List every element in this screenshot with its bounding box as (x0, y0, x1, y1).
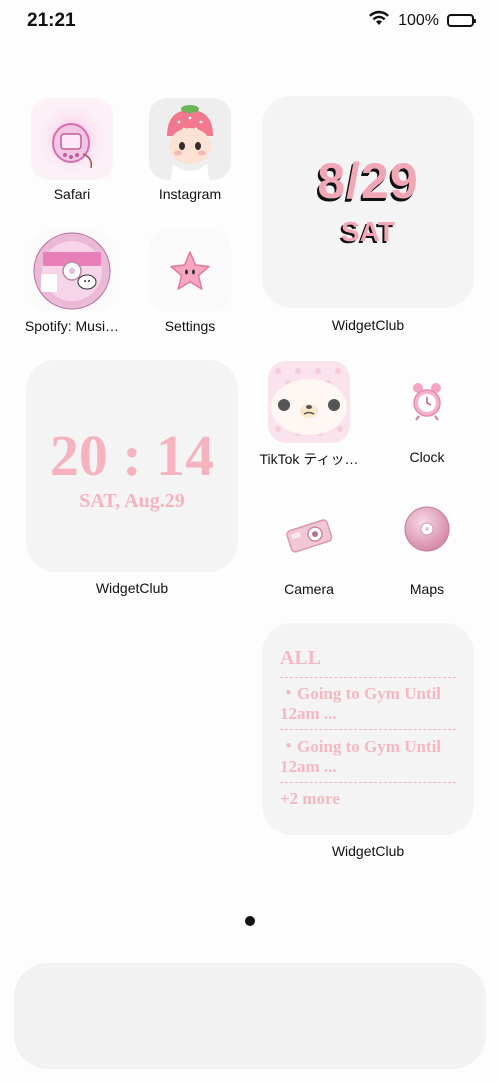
app-label: Spotify: Musi… (24, 318, 120, 334)
app-label: Settings (164, 318, 216, 334)
todo-item: ・Going to Gym Until 12am ... (280, 684, 442, 723)
widget-time: 20 : 14 (49, 423, 215, 488)
todo-widget[interactable]: ALL ・Going to Gym Until 12am ... ・Going … (262, 623, 474, 835)
status-bar: 21:21 100% (0, 0, 500, 44)
status-time: 21:21 (27, 10, 76, 31)
widget-label: WidgetClub (331, 317, 405, 333)
app-spotify[interactable]: Spotify: Musi… (12, 230, 132, 334)
todo-divider (280, 782, 456, 783)
todo-item: ・Going to Gym Until 12am ... (280, 737, 442, 776)
wifi-icon (368, 10, 390, 31)
widget-date: 8/29 (317, 153, 419, 209)
app-label: Instagram (158, 186, 222, 202)
app-instagram[interactable]: Instagram (130, 98, 250, 202)
strawberry-doll-icon (149, 98, 231, 180)
app-safari[interactable]: Safari (12, 98, 132, 202)
app-label: TikTok ティッ… (259, 451, 359, 467)
widget-label: WidgetClub (331, 843, 405, 859)
app-maps[interactable]: Maps (367, 493, 487, 597)
app-tiktok[interactable]: TikTok ティッ… (249, 361, 369, 469)
app-label: Camera (284, 581, 334, 597)
bear-face-icon (268, 361, 350, 443)
todo-more: +2 more (280, 789, 340, 808)
widget-label: WidgetClub (95, 580, 169, 596)
cd-disc-icon (386, 493, 468, 575)
alarm-clock-icon (386, 361, 468, 443)
widget-day: SAT (341, 216, 395, 247)
app-label: Clock (409, 449, 445, 465)
page-indicator-dot[interactable] (245, 916, 255, 926)
todo-divider (280, 729, 456, 730)
app-label: Maps (409, 581, 445, 597)
todo-heading: ALL (280, 647, 322, 669)
dock (14, 963, 486, 1069)
battery-percentage: 100% (398, 11, 439, 29)
clock-widget[interactable]: 20 : 14 SAT, Aug.29 (26, 360, 238, 572)
app-clock[interactable]: Clock (367, 361, 487, 465)
date-widget[interactable]: 8/29 SAT (262, 96, 474, 308)
widget-clock-date: SAT, Aug.29 (79, 490, 185, 512)
star-icon (149, 230, 231, 312)
app-camera[interactable]: Camera (249, 493, 369, 597)
battery-icon (447, 14, 476, 27)
app-label: Safari (53, 186, 91, 202)
tamagotchi-icon (31, 98, 113, 180)
app-settings[interactable]: Settings (130, 230, 250, 334)
camera-icon (268, 493, 350, 575)
todo-divider (280, 677, 456, 678)
status-right: 100% (368, 10, 476, 31)
game-disc-icon (31, 230, 113, 312)
